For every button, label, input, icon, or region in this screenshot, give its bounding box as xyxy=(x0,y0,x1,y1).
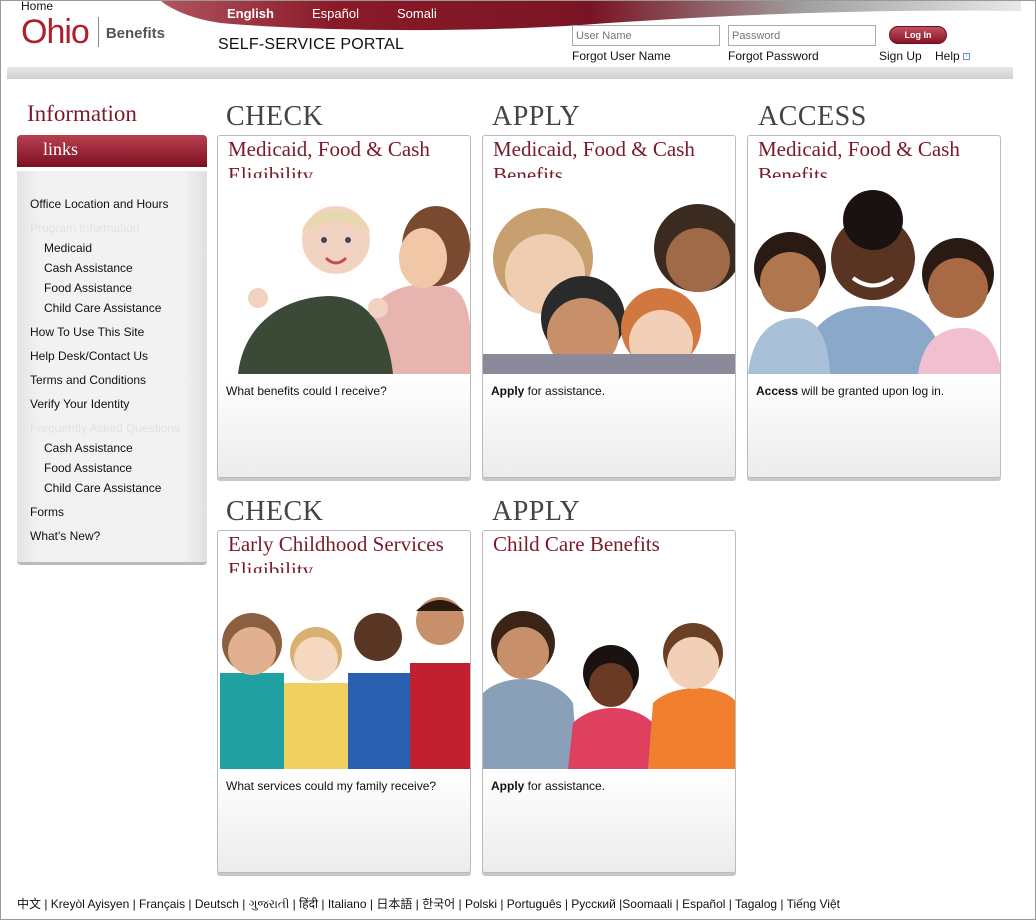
header-divider-bar xyxy=(7,67,1013,79)
section-label-check: CHECK xyxy=(226,101,324,132)
card-apply-medicaid[interactable]: Medicaid, Food & Cash Benefits Apply for… xyxy=(482,135,736,478)
lang-somali-link[interactable]: Somali xyxy=(397,6,437,21)
sidebar-item-help-desk[interactable]: Help Desk/Contact Us xyxy=(30,349,148,363)
sidebar-item-child-care[interactable]: Child Care Assistance xyxy=(44,301,161,315)
logo-benefits-text: Benefits xyxy=(105,25,166,42)
sidebar-item-office-location[interactable]: Office Location and Hours xyxy=(30,197,169,211)
home-link[interactable]: Home xyxy=(21,0,53,13)
footer-language-links[interactable]: 中文 | Kreyòl Ayisyen | Français | Deutsch… xyxy=(17,897,1027,912)
father-and-children-photo xyxy=(748,178,1000,374)
forgot-username-link[interactable]: Forgot User Name xyxy=(572,49,671,63)
sidebar-item-faq-cash[interactable]: Cash Assistance xyxy=(44,441,133,455)
card-description: What benefits could I receive? xyxy=(226,384,387,398)
sidebar-item-food-assistance[interactable]: Food Assistance xyxy=(44,281,132,295)
username-input[interactable] xyxy=(572,25,720,46)
sidebar-item-terms[interactable]: Terms and Conditions xyxy=(30,373,146,387)
section-label-apply: APPLY xyxy=(492,101,581,132)
card-apply-child-care[interactable]: Child Care Benefits Apply for assistance… xyxy=(482,530,736,873)
three-kids-lying-photo xyxy=(483,573,735,769)
links-label: links xyxy=(43,139,79,159)
external-link-icon: i xyxy=(962,53,970,61)
portal-title: SELF-SERVICE PORTAL xyxy=(218,36,405,53)
help-link-wrap[interactable]: Help i xyxy=(935,49,970,63)
card-check-early-childhood[interactable]: Early Childhood Services Eligibility Wha… xyxy=(217,530,471,873)
card-check-medicaid[interactable]: Medicaid, Food & Cash Eligibility What b… xyxy=(217,135,471,478)
sign-up-link[interactable]: Sign Up xyxy=(879,49,922,63)
card-access-medicaid[interactable]: Medicaid, Food & Cash Benefits Access wi… xyxy=(747,135,1001,478)
section-label-access: ACCESS xyxy=(758,101,867,132)
lang-espanol-link[interactable]: Español xyxy=(312,6,359,21)
forgot-password-link[interactable]: Forgot Password xyxy=(728,49,819,63)
sidebar-heading-faq: Frequently Asked Questions xyxy=(30,421,181,435)
group-of-kids-photo xyxy=(483,178,735,374)
card-description: What services could my family receive? xyxy=(226,779,437,793)
header: Home Ohio Benefits English Español Somal… xyxy=(1,0,1035,81)
help-link[interactable]: Help xyxy=(935,49,960,63)
sidebar-item-verify-identity[interactable]: Verify Your Identity xyxy=(30,397,129,411)
sidebar-item-how-to-use[interactable]: How To Use This Site xyxy=(30,325,144,339)
mother-and-baby-photo xyxy=(218,178,470,374)
sidebar-item-whats-new[interactable]: What's New? xyxy=(30,529,100,543)
logo-divider xyxy=(97,17,99,47)
card-description: Apply for assistance. xyxy=(491,779,606,793)
card-heading: Child Care Benefits xyxy=(493,532,660,556)
card-description: Apply for assistance. xyxy=(491,384,606,398)
lang-english-link[interactable]: English xyxy=(227,6,274,21)
logo-ohio-text: Ohio xyxy=(21,13,90,51)
four-kids-photo xyxy=(218,573,470,769)
card-description: Access will be granted upon log in. xyxy=(756,384,945,398)
sidebar-item-faq-child-care[interactable]: Child Care Assistance xyxy=(44,481,161,495)
sidebar-heading-program-info: Program Information xyxy=(30,221,140,235)
links-header-bar: links xyxy=(17,135,207,167)
login-button[interactable]: Log In xyxy=(889,26,947,44)
ohio-benefits-logo[interactable]: Ohio Benefits xyxy=(21,15,165,49)
sidebar-item-forms[interactable]: Forms xyxy=(30,505,64,519)
sidebar-item-faq-food[interactable]: Food Assistance xyxy=(44,461,132,475)
information-title: Information xyxy=(27,101,137,126)
password-input[interactable] xyxy=(728,25,876,46)
sidebar-links-panel: Office Location and Hours Program Inform… xyxy=(17,171,207,565)
section-label-apply-child-care: APPLY xyxy=(492,496,581,527)
sidebar-item-cash-assistance[interactable]: Cash Assistance xyxy=(44,261,133,275)
sidebar-item-medicaid[interactable]: Medicaid xyxy=(44,241,92,255)
section-label-check-early: CHECK xyxy=(226,496,324,527)
